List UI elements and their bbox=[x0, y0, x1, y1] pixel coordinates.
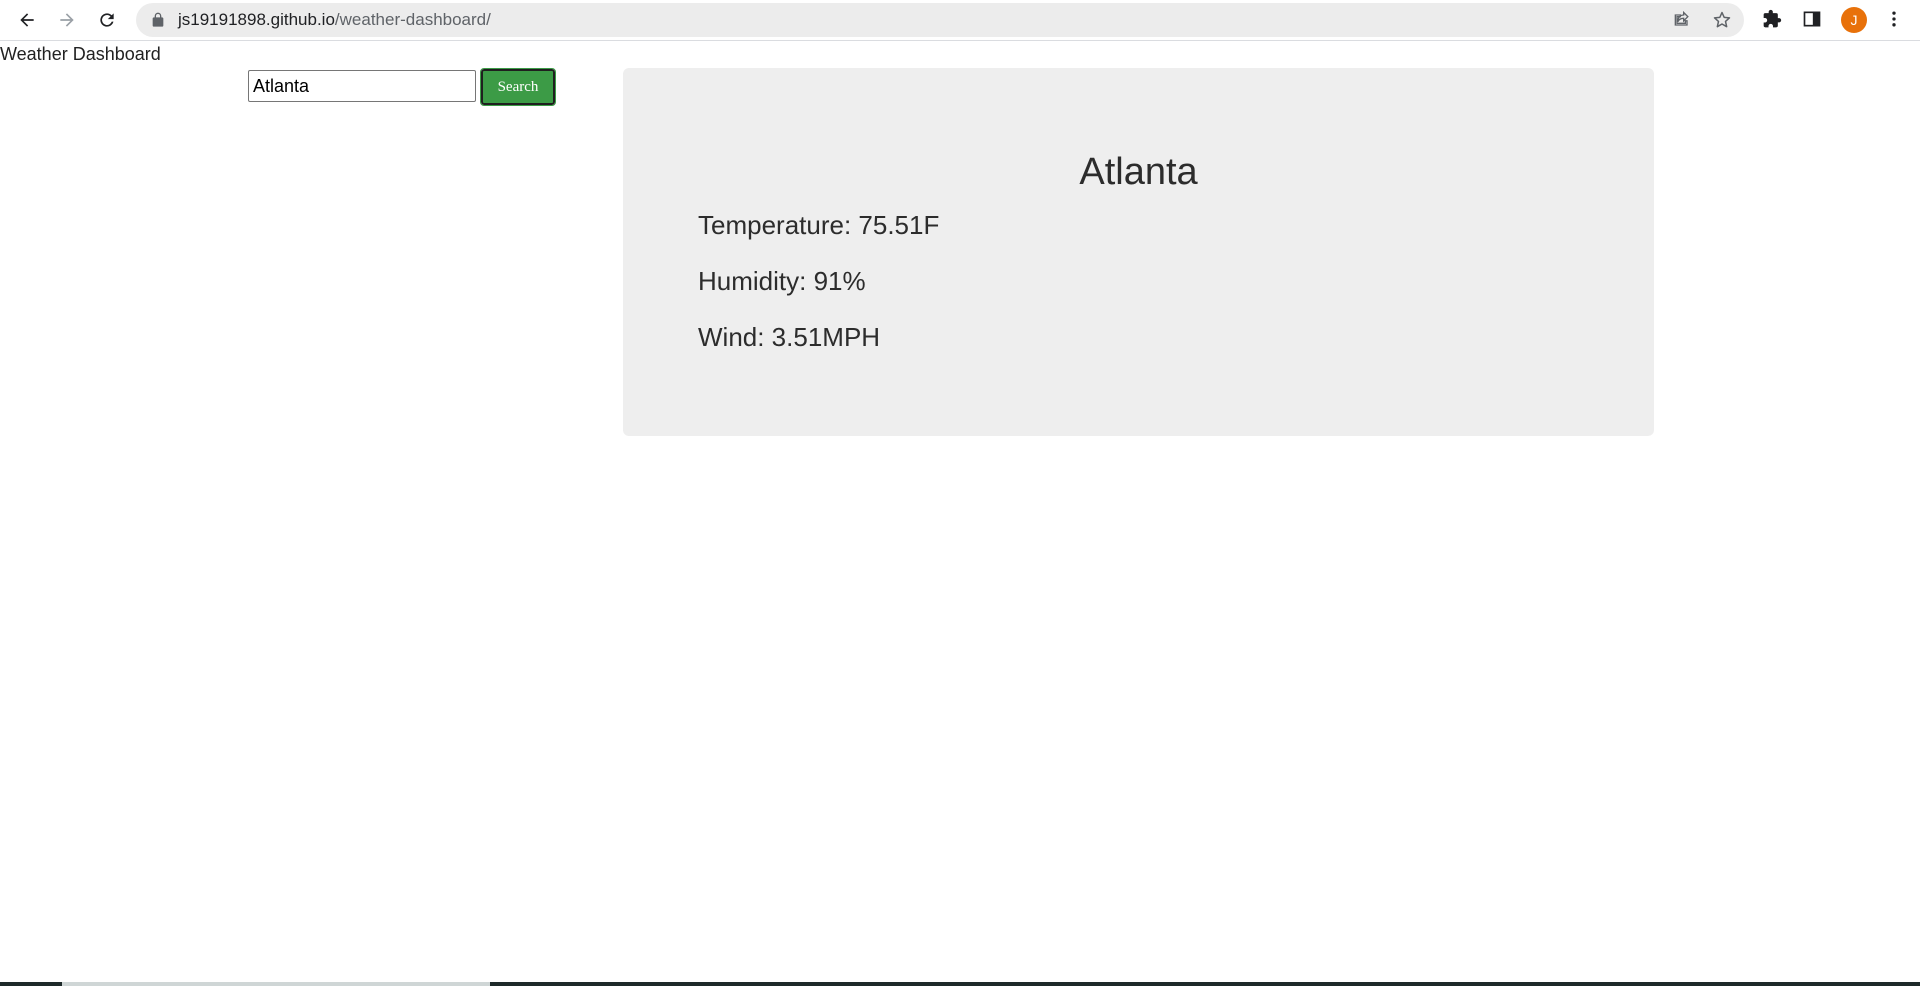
side-panel-icon[interactable] bbox=[1802, 9, 1822, 29]
search-button[interactable]: Search bbox=[480, 68, 556, 106]
forward-button[interactable] bbox=[53, 6, 81, 34]
lock-icon bbox=[152, 12, 164, 27]
share-icon[interactable] bbox=[1672, 10, 1692, 30]
address-bar[interactable]: js19191898.github.io/weather-dashboard/ bbox=[136, 3, 1744, 37]
more-vertical-icon[interactable] bbox=[1884, 9, 1904, 29]
url-host: js19191898.github.io bbox=[178, 10, 335, 29]
humidity-text: Humidity: 91% bbox=[698, 266, 866, 296]
url-text: js19191898.github.io/weather-dashboard/ bbox=[178, 10, 491, 30]
reload-button[interactable] bbox=[93, 6, 121, 34]
profile-avatar[interactable]: J bbox=[1841, 7, 1867, 33]
browser-toolbar: js19191898.github.io/weather-dashboard/ … bbox=[0, 0, 1920, 41]
arrow-right-icon bbox=[60, 13, 74, 27]
city-name: Atlanta bbox=[1079, 151, 1198, 193]
arrow-left-icon bbox=[20, 13, 34, 27]
city-search-input[interactable] bbox=[248, 70, 476, 102]
taskbar-active-indicator bbox=[62, 982, 490, 986]
url-path: /weather-dashboard/ bbox=[334, 10, 491, 29]
weather-card: Atlanta Temperature: 75.51F Humidity: 91… bbox=[623, 68, 1654, 436]
temperature-text: Temperature: 75.51F bbox=[698, 210, 940, 240]
page-title: Weather Dashboard bbox=[0, 44, 161, 64]
bookmark-star-icon[interactable] bbox=[1712, 10, 1732, 30]
reload-icon bbox=[100, 13, 114, 27]
back-button[interactable] bbox=[13, 6, 41, 34]
extensions-puzzle-icon[interactable] bbox=[1762, 9, 1782, 29]
wind-text: Wind: 3.51MPH bbox=[698, 322, 881, 352]
